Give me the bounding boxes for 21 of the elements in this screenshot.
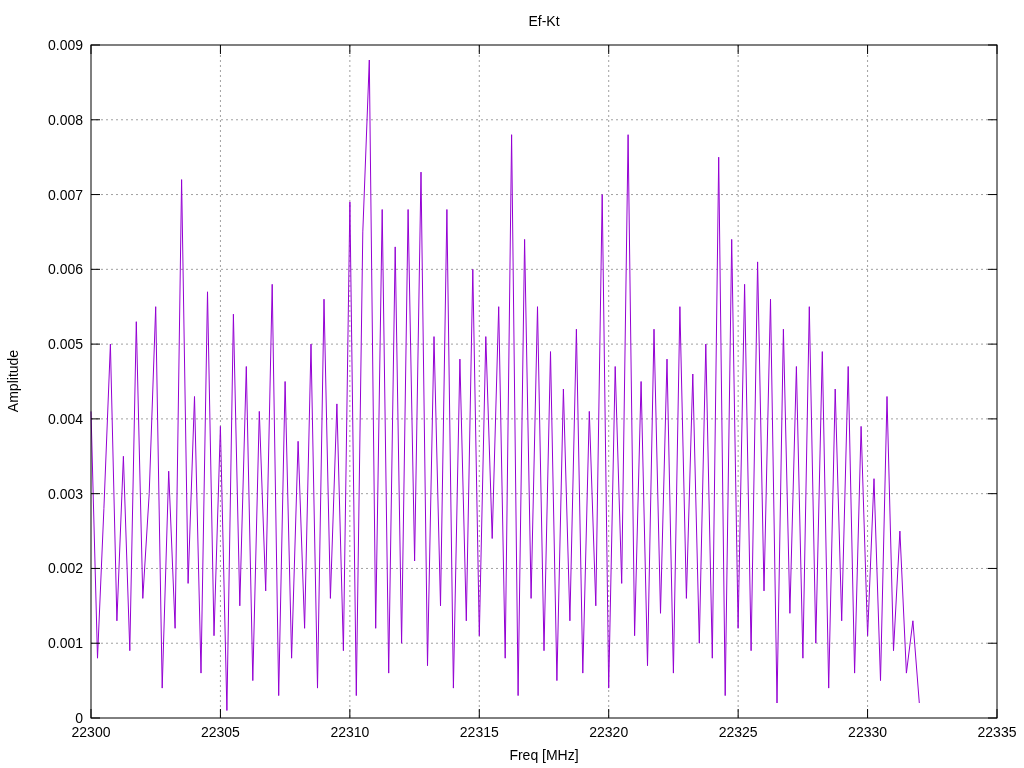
tick-label: 0.004 <box>47 410 83 427</box>
tick-label: 0.002 <box>47 560 83 577</box>
tick-label: 0.005 <box>47 336 83 353</box>
tick-label: 0.006 <box>47 261 83 278</box>
axis-label: Freq [MHz] <box>509 747 579 763</box>
tick-label: 22300 <box>71 724 111 740</box>
tick-label: 0.009 <box>47 37 83 53</box>
tick-label: 22305 <box>200 724 240 740</box>
tick-label: 0.001 <box>47 635 83 652</box>
tick-label: 22330 <box>848 724 888 740</box>
axis-label: Amplitude <box>5 349 21 413</box>
tick-label: 22315 <box>459 724 499 740</box>
tick-label: 22310 <box>330 724 370 740</box>
tick-label: 0.003 <box>47 485 83 502</box>
tick-label: 22335 <box>977 724 1017 740</box>
tick-label: 0 <box>75 710 83 726</box>
tick-label: 22325 <box>718 724 758 740</box>
tick-label: 0.007 <box>47 186 83 203</box>
tick-label: 0.008 <box>47 111 83 128</box>
chart-title: Ef-Kt <box>528 13 560 29</box>
tick-label: 22320 <box>589 724 629 740</box>
